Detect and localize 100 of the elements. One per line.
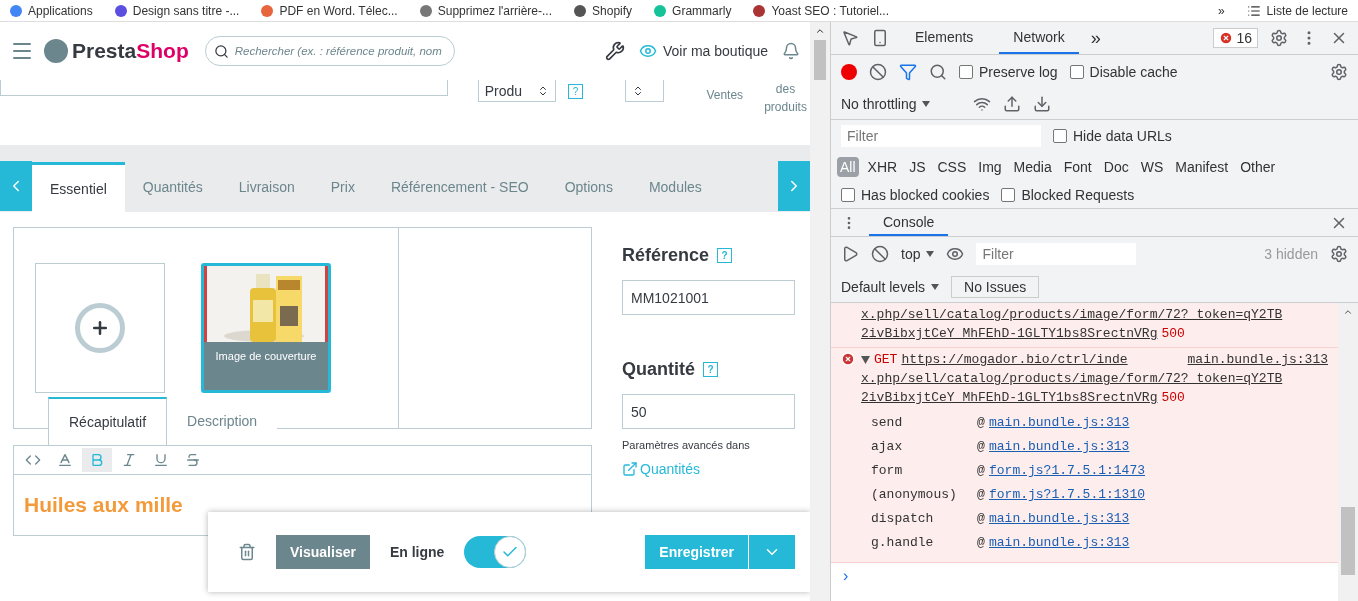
select-field[interactable] xyxy=(625,80,665,102)
export-icon[interactable] xyxy=(1033,94,1051,113)
stack-location-link[interactable]: main.bundle.js:313 xyxy=(989,509,1130,528)
hint-text: Paramètres avancés dans xyxy=(622,439,751,451)
hidden-count: 3 hidden xyxy=(1264,246,1318,262)
error-count[interactable]: 16 xyxy=(1213,28,1258,48)
stack-location-link[interactable]: form.js?1.7.5.1:1310 xyxy=(989,485,1146,504)
online-toggle[interactable] xyxy=(464,536,527,568)
wrench-icon[interactable] xyxy=(604,41,625,61)
filter-field[interactable]: Filter xyxy=(841,125,1041,147)
caret-icon xyxy=(931,283,940,290)
throttling-select[interactable]: No throttling xyxy=(841,95,961,112)
trash-icon[interactable] xyxy=(238,543,256,561)
reference-label: Référence xyxy=(622,245,710,266)
bookmark[interactable]: Supprimez l'arrière-... xyxy=(419,3,553,18)
device-icon[interactable] xyxy=(871,29,889,47)
bookmark[interactable]: Design sans titre -... xyxy=(114,3,240,18)
type-filter[interactable]: Media xyxy=(1010,157,1055,177)
context-select[interactable]: top xyxy=(901,246,935,262)
devtools-tab[interactable]: Elements xyxy=(901,22,988,54)
type-filter[interactable]: JS xyxy=(906,157,929,177)
strikethrough-icon xyxy=(185,452,201,468)
checkbox-option[interactable]: Has blocked cookies xyxy=(841,187,990,203)
source-link[interactable]: main.bundle.js:313 xyxy=(1187,350,1328,369)
levels-select[interactable]: Default levels xyxy=(841,278,940,295)
stack-function: dispatch xyxy=(871,510,934,528)
clear-icon[interactable] xyxy=(871,245,889,263)
online-label: En ligne xyxy=(389,544,445,560)
scroll-up-icon[interactable] xyxy=(1343,307,1353,317)
at-sign: @ xyxy=(977,486,985,504)
checkbox-option[interactable]: Preserve log xyxy=(959,63,1058,80)
bookmark[interactable]: Shopify xyxy=(574,3,633,18)
quantity-field[interactable]: 50 xyxy=(622,394,795,429)
product-type-select[interactable]: Produ xyxy=(477,80,557,102)
reference-field[interactable]: MM1021001 xyxy=(622,280,795,315)
stack-location-link[interactable]: main.bundle.js:313 xyxy=(989,533,1130,552)
scrollbar[interactable] xyxy=(810,22,830,601)
stack-function: send xyxy=(871,414,903,432)
logo[interactable]: PrestaShop xyxy=(44,39,189,63)
request-url[interactable]: 2ivBibxjtCeY_MhFEhD-1GLTY1bs8SrectnVRg xyxy=(861,324,1158,343)
settings-icon[interactable] xyxy=(1330,245,1348,263)
caret-icon xyxy=(922,100,931,107)
scrollbar[interactable] xyxy=(1338,303,1358,601)
expand-caret-icon[interactable] xyxy=(861,355,870,364)
type-filter[interactable]: Doc xyxy=(1100,157,1132,177)
scroll-up-icon[interactable] xyxy=(815,26,825,36)
type-filter[interactable]: Img xyxy=(975,157,1005,177)
checkbox-option[interactable]: Blocked Requests xyxy=(1001,187,1135,203)
eye-icon[interactable] xyxy=(946,245,965,263)
scrollbar-thumb[interactable] xyxy=(1341,507,1355,575)
stack-location-link[interactable]: main.bundle.js:313 xyxy=(989,437,1130,456)
checkbox-option[interactable]: Disable cache xyxy=(1069,63,1178,80)
stack-location-link[interactable]: main.bundle.js:313 xyxy=(989,413,1130,432)
checkbox-option[interactable]: Hide data URLs xyxy=(1053,128,1172,144)
record-button[interactable] xyxy=(841,63,857,80)
type-filter[interactable]: WS xyxy=(1137,157,1167,177)
search-icon[interactable] xyxy=(929,62,947,81)
editor-tab[interactable]: Récapitulatif xyxy=(48,397,168,445)
more-bookmarks[interactable]: » xyxy=(1217,3,1225,18)
request-url[interactable]: x.php/sell/catalog/products/image/form/72?_token=qY2TB xyxy=(861,305,1283,324)
type-filter[interactable]: XHR xyxy=(864,157,901,177)
caret-icon xyxy=(926,251,935,257)
at-sign: @ xyxy=(977,462,985,480)
more-tabs-button[interactable]: » xyxy=(1090,27,1101,49)
product-name-field[interactable] xyxy=(0,80,448,96)
clear-icon[interactable] xyxy=(869,62,887,81)
type-filter[interactable]: CSS xyxy=(934,157,970,177)
view-shop-link[interactable]: Voir ma boutique xyxy=(638,42,768,60)
console-filter-field[interactable]: Filter xyxy=(976,243,1137,265)
filter-icon[interactable] xyxy=(899,62,917,81)
devtools-tab[interactable]: Network xyxy=(999,22,1079,54)
bookmark[interactable]: Grammarly xyxy=(654,3,732,18)
editor-text: Huiles aux mille xyxy=(23,492,184,518)
preview-button[interactable]: Visualiser xyxy=(276,535,370,569)
settings-icon[interactable] xyxy=(1330,62,1348,81)
type-filter[interactable]: Font xyxy=(1060,157,1095,177)
tab[interactable]: Essentiel xyxy=(32,162,125,212)
bookmark-icon xyxy=(654,4,667,17)
console-prompt[interactable]: › xyxy=(831,563,861,589)
reading-list[interactable]: Liste de lecture xyxy=(1246,3,1348,18)
scrollbar-thumb[interactable] xyxy=(814,40,826,80)
bookmark[interactable]: PDF en Word. Télec... xyxy=(261,3,398,18)
sales-link[interactable]: Ventes xyxy=(706,86,744,104)
issues-button[interactable]: No Issues xyxy=(951,275,1040,298)
add-image-tile[interactable] xyxy=(35,263,165,393)
import-icon[interactable] xyxy=(1003,94,1021,113)
bookmark[interactable]: Applications xyxy=(10,3,93,18)
request-url[interactable]: x.php/sell/catalog/products/image/form/72?_token=qY2TB xyxy=(861,369,1283,388)
cover-image[interactable]: Image de couverture xyxy=(201,263,331,393)
bookmark[interactable]: Yoast SEO : Tutoriel... xyxy=(753,3,890,18)
notifications-icon[interactable] xyxy=(782,42,800,60)
type-filter[interactable]: Other xyxy=(1237,157,1279,177)
drawer-tab[interactable]: Console xyxy=(869,209,949,236)
request-url[interactable]: https://mogador.bio/ctrl/inde xyxy=(901,350,1128,369)
type-filter[interactable]: Manifest xyxy=(1172,157,1232,177)
settings-icon[interactable] xyxy=(1270,29,1288,47)
request-url[interactable]: 2ivBibxjtCeY_MhFEhD-1GLTY1bs8SrectnVRg xyxy=(861,388,1158,407)
inspect-icon[interactable] xyxy=(841,29,859,47)
stack-location-link[interactable]: form.js?1.7.5.1:1473 xyxy=(989,461,1146,480)
product-list-link[interactable]: des produits xyxy=(761,80,810,116)
